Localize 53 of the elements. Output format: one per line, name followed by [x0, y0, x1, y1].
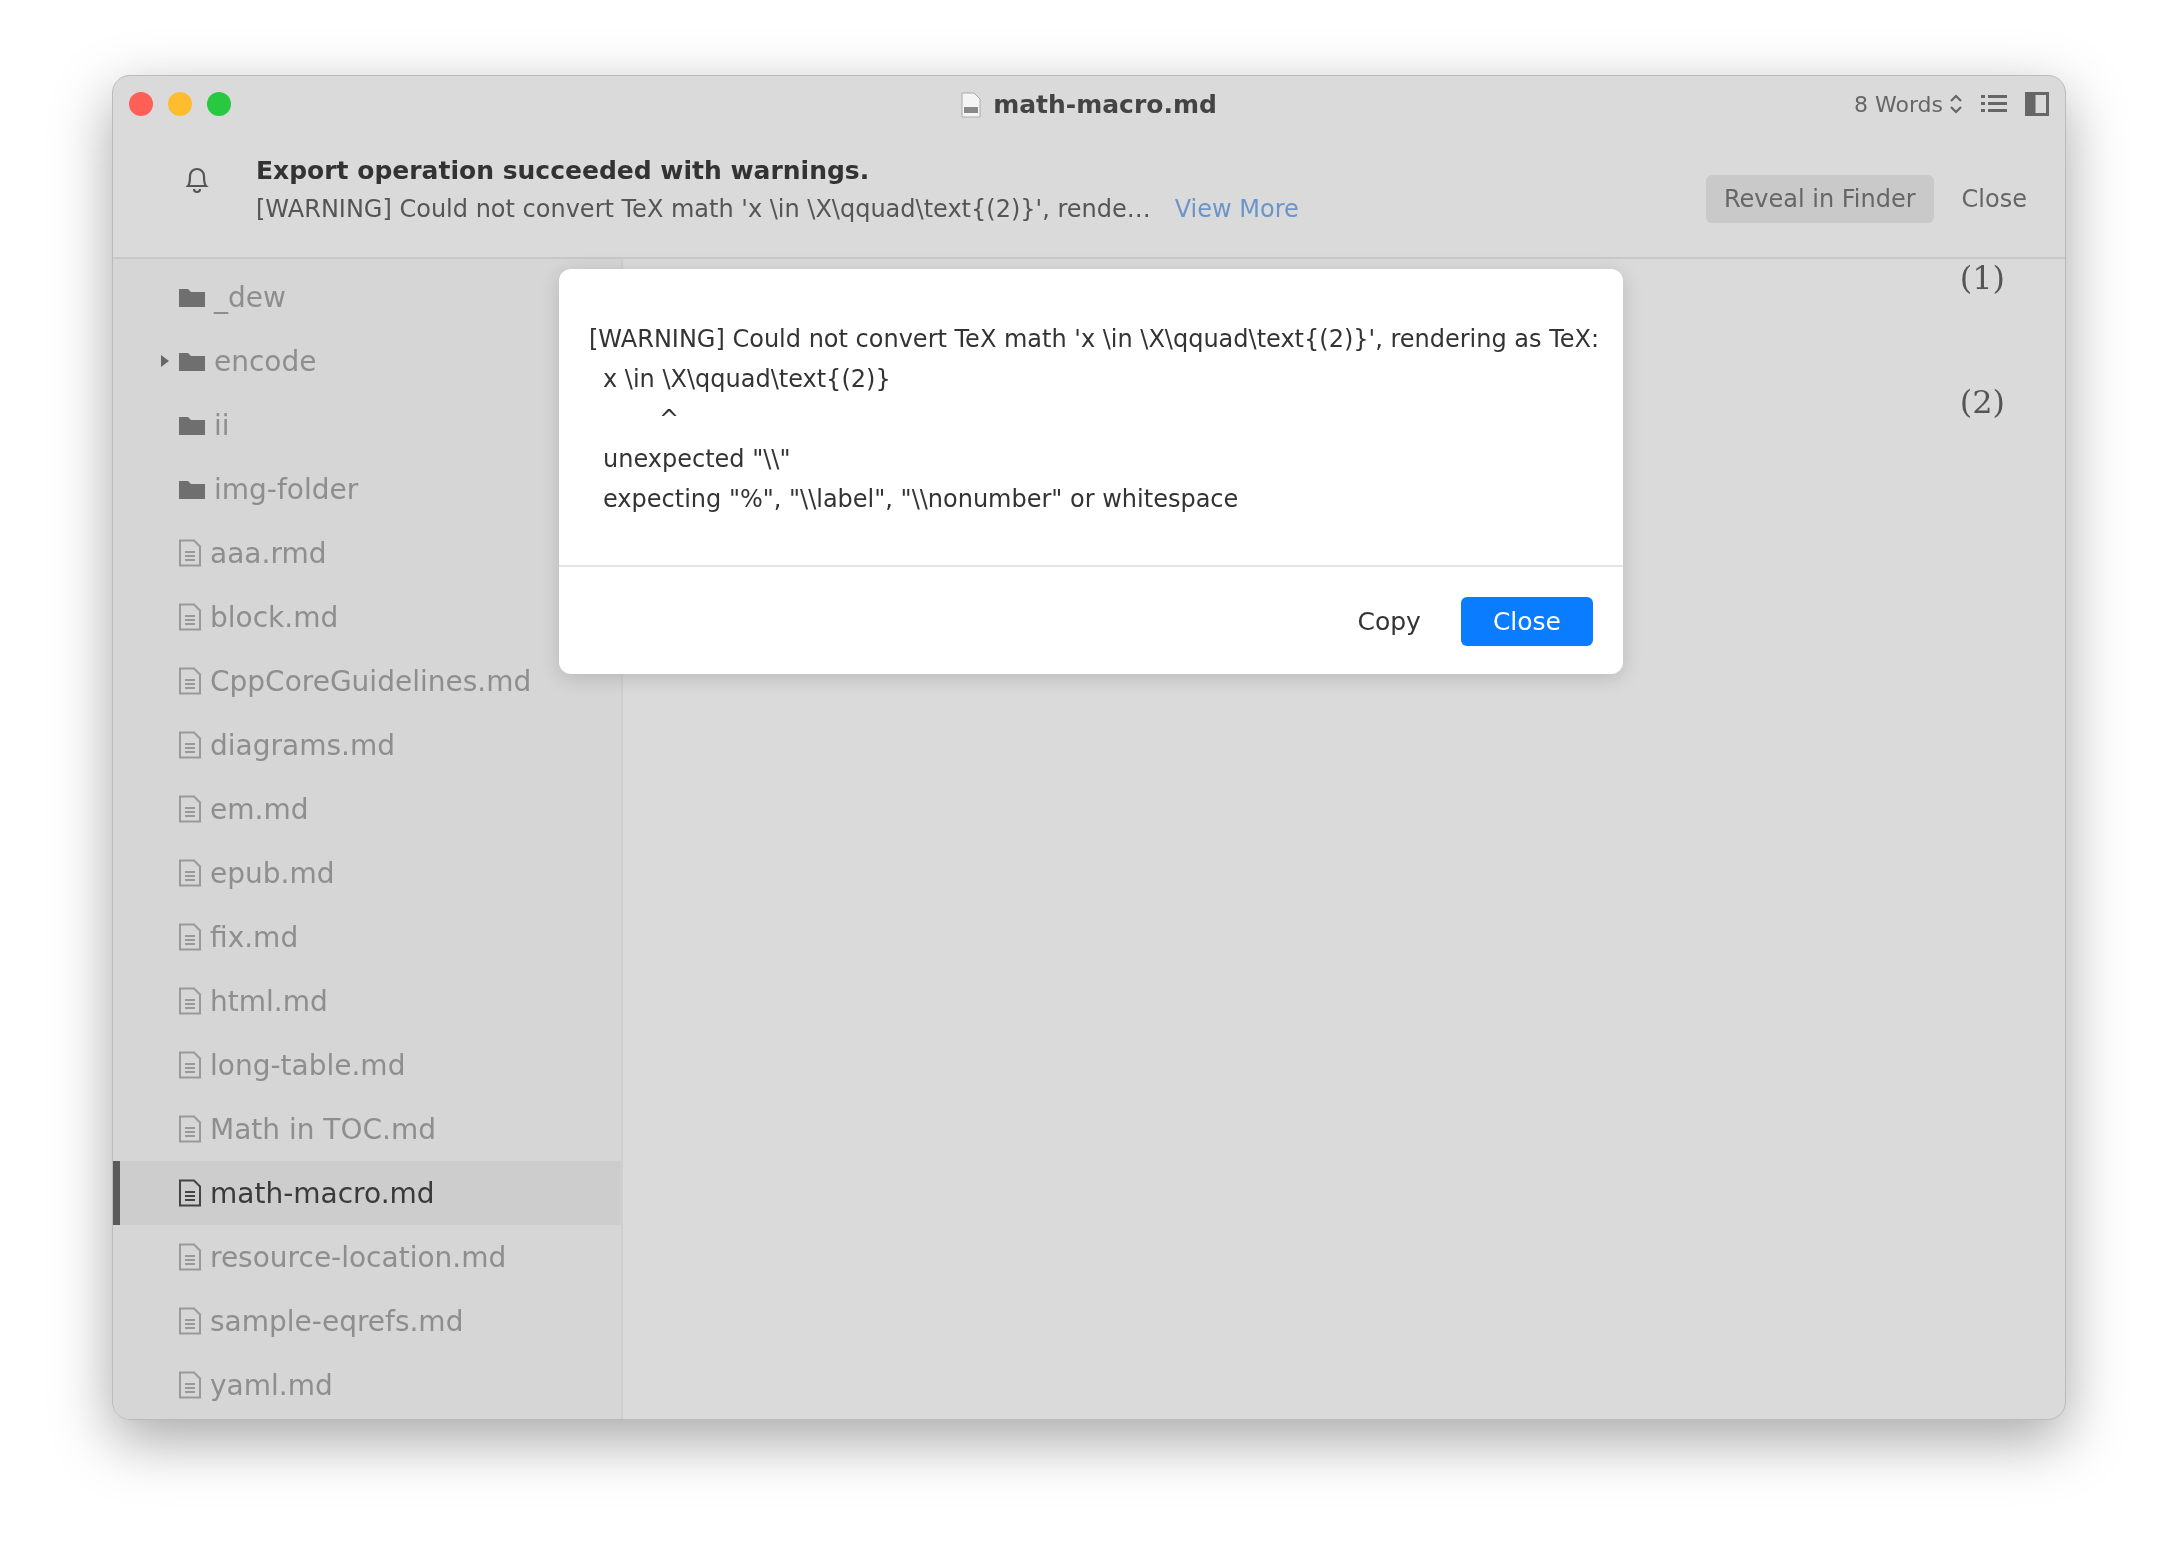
warning-line: unexpected "\\" — [602, 444, 792, 475]
document-icon — [178, 987, 202, 1015]
file-tree-item[interactable]: yaml.md — [113, 1353, 621, 1417]
folder-icon — [178, 286, 206, 308]
document-icon — [178, 603, 202, 631]
document-icon — [178, 539, 202, 567]
close-window-button[interactable] — [129, 92, 153, 116]
file-tree-item[interactable]: sample-eqrefs.md — [113, 1289, 621, 1353]
close-button[interactable]: Close — [1953, 175, 2035, 223]
folder-icon — [178, 478, 206, 500]
reveal-button[interactable]: Reveal in Finder — [1705, 175, 1934, 223]
file-tree-item[interactable]: diagrams.md — [113, 713, 621, 777]
copy-button[interactable]: Copy — [1347, 597, 1431, 646]
folder-icon — [178, 414, 206, 436]
document-icon — [178, 1115, 202, 1143]
warning-line: x \in \X\qquad\text{(2)} — [602, 364, 892, 395]
file-tree-item[interactable]: Math in TOC.md — [113, 1097, 621, 1161]
markdown-file-icon — [961, 91, 982, 118]
file-tree-item[interactable]: block.md — [113, 585, 621, 649]
file-tree-item[interactable]: fix.md — [113, 905, 621, 969]
equation-number: (2) — [1959, 383, 2005, 421]
document-icon — [178, 1307, 202, 1335]
word-count-selector[interactable]: 8 Words — [1854, 91, 1943, 117]
close-button[interactable]: Close — [1460, 597, 1593, 646]
folder-icon — [178, 350, 206, 372]
file-tree-item[interactable]: math-macro.md — [113, 1161, 621, 1225]
sidebar-toggle-icon[interactable] — [2025, 92, 2049, 116]
document-icon — [178, 1371, 202, 1399]
warning-line: expecting "%", "\\label", "\\nonumber" or whitespace — [602, 484, 1240, 515]
document-icon — [178, 667, 202, 695]
disclosure-triangle-icon[interactable] — [160, 354, 170, 368]
outline-icon[interactable] — [1981, 93, 2007, 115]
view-more-link[interactable]: View More — [1174, 195, 1299, 223]
file-tree-item[interactable]: resource-location.md — [113, 1225, 621, 1289]
file-tree-item[interactable]: long-table.md — [113, 1033, 621, 1097]
notification-message: [WARNING] Could not convert TeX math 'x \in \X\qquad\text{(2)}', rende… — [256, 195, 1151, 223]
document-icon — [178, 795, 202, 823]
file-tree-item[interactable]: html.md — [113, 969, 621, 1033]
document-icon — [178, 1051, 202, 1079]
file-tree-item[interactable]: epub.md — [113, 841, 621, 905]
notification-title: Export operation succeeded with warnings. — [256, 156, 871, 185]
document-icon — [178, 859, 202, 887]
document-icon — [178, 923, 202, 951]
file-tree-item[interactable]: em.md — [113, 777, 621, 841]
up-down-chevron-icon[interactable] — [1949, 93, 1963, 115]
equation-number: (1) — [1959, 259, 2005, 297]
window-title: math-macro.md — [993, 90, 1217, 119]
document-icon — [178, 731, 202, 759]
document-icon — [178, 1179, 202, 1207]
file-tree-item[interactable]: aaa.rmd — [113, 521, 621, 585]
file-tree-item[interactable]: CppCoreGuidelines.md — [113, 649, 621, 713]
document-icon — [178, 1243, 202, 1271]
warning-line: ^ — [658, 404, 681, 435]
